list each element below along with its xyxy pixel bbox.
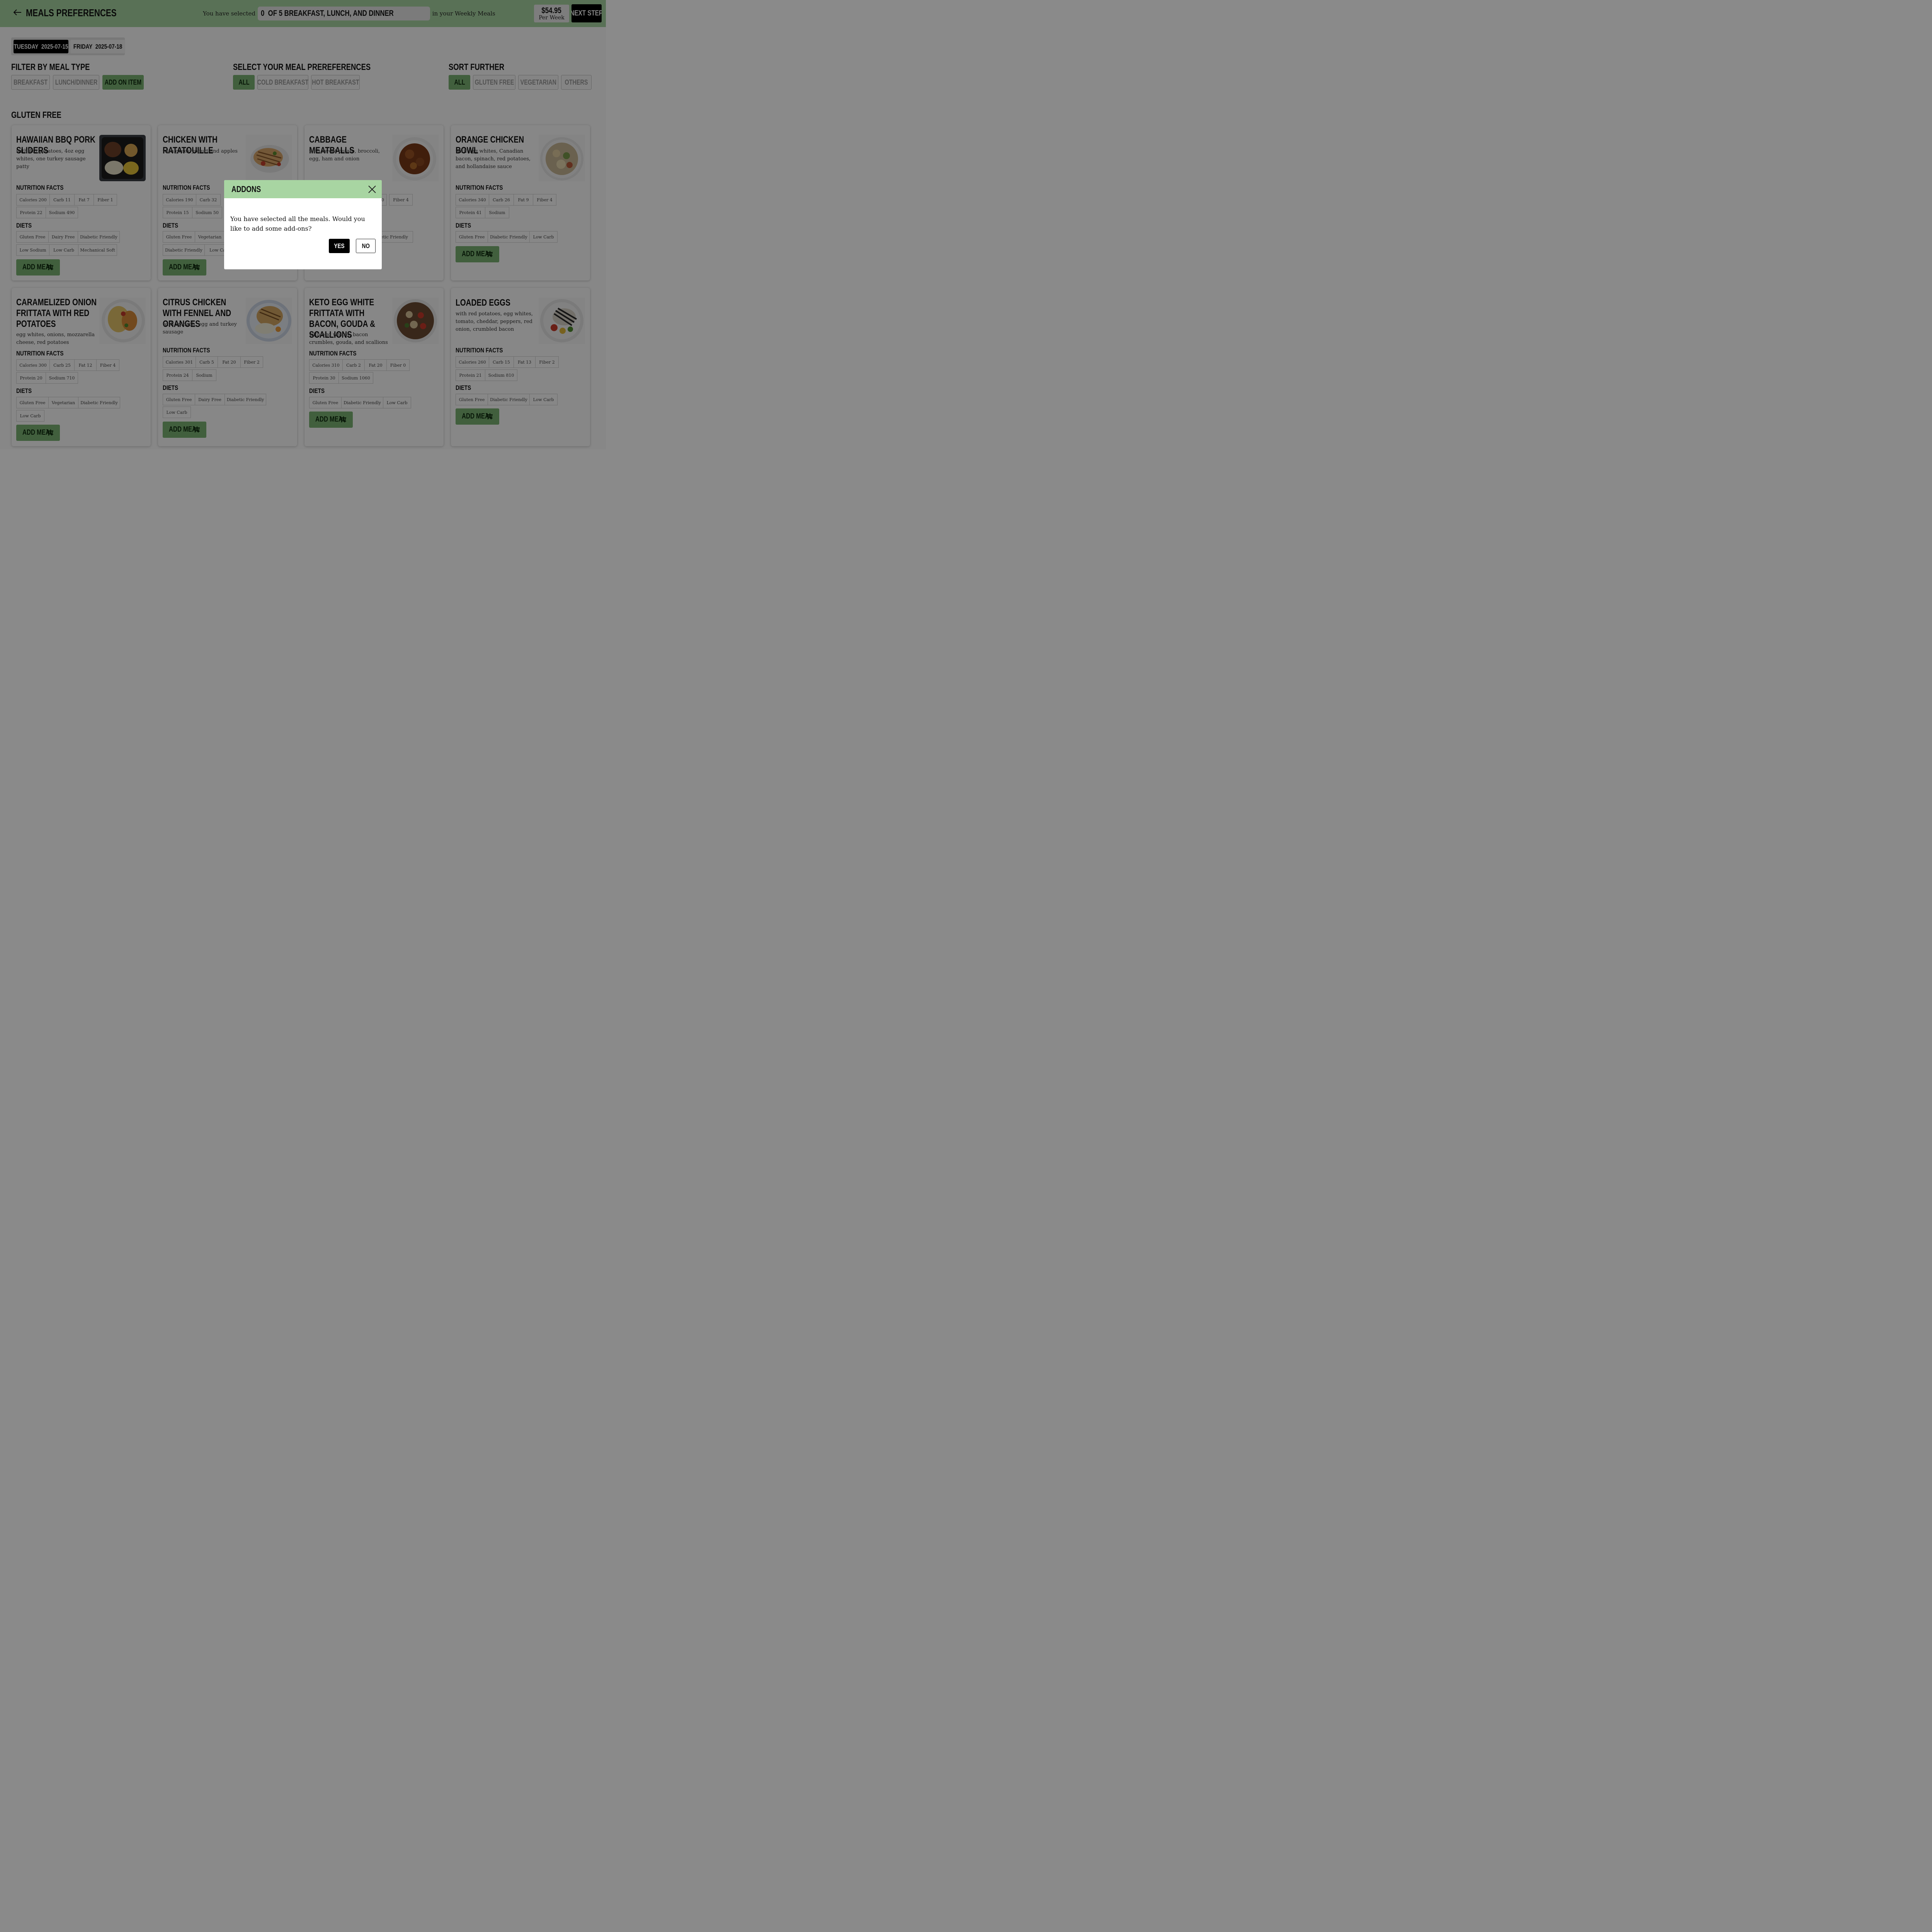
close-icon[interactable] — [367, 184, 378, 195]
yes-button[interactable]: YES — [329, 239, 350, 253]
no-button[interactable]: NO — [356, 239, 376, 253]
dialog-title: ADDONS — [231, 184, 261, 194]
addons-dialog: ADDONS You have selected all the meals. … — [224, 180, 382, 269]
dialog-header: ADDONS — [224, 180, 382, 198]
no-label: NO — [362, 242, 370, 250]
dialog-message: You have selected all the meals. Would y… — [230, 215, 365, 232]
yes-label: YES — [334, 242, 345, 250]
